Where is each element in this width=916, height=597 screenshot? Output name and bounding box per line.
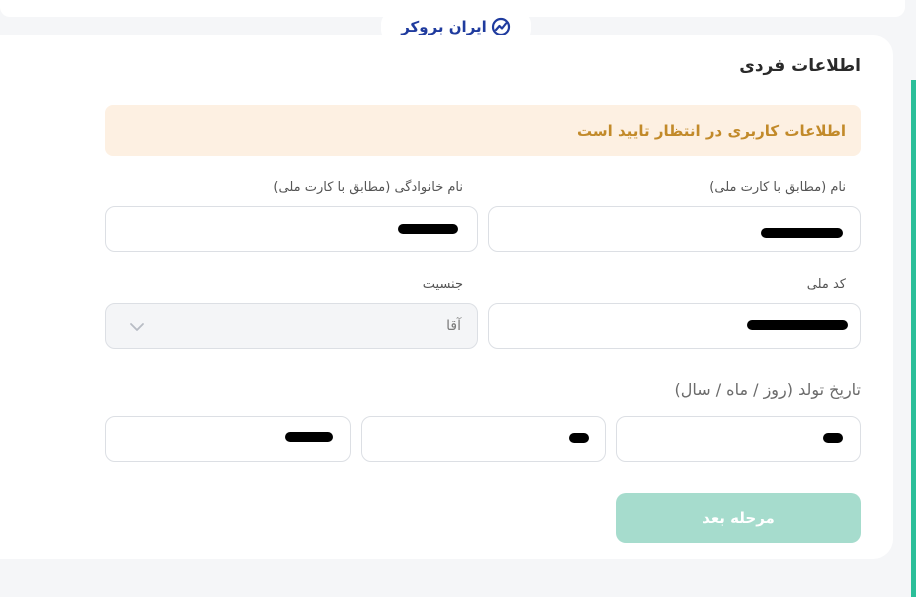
gender-selected-value: آقا: [446, 318, 461, 334]
redaction-mark: [569, 433, 589, 443]
next-step-button[interactable]: مرحله بعد: [616, 493, 861, 543]
last-name-input[interactable]: [105, 206, 478, 252]
redaction-mark: [823, 433, 843, 443]
birth-year-input[interactable]: [105, 416, 351, 462]
redaction-mark: [285, 432, 333, 442]
national-code-input[interactable]: [488, 303, 861, 349]
birth-month-input[interactable]: [361, 416, 606, 462]
alert-text: اطلاعات کاربری در انتظار تایید است: [577, 121, 846, 140]
last-name-label: نام خانوادگی (مطابق با کارت ملی): [273, 180, 463, 195]
redaction-mark: [398, 224, 458, 234]
gender-label: جنسیت: [422, 277, 463, 292]
page-title: اطلاعات فردی: [739, 56, 861, 76]
side-accent-strip: [911, 80, 916, 597]
gender-select[interactable]: آقا: [105, 303, 478, 349]
pending-approval-alert: اطلاعات کاربری در انتظار تایید است: [105, 105, 861, 156]
birth-date-label: تاریخ تولد (روز / ماه / سال): [674, 380, 861, 399]
chevron-down-icon: [128, 318, 146, 340]
brand-logo-text: ایران بروکر: [401, 18, 487, 36]
first-name-label: نام (مطابق با کارت ملی): [709, 180, 846, 195]
redaction-mark: [761, 228, 843, 238]
first-name-input[interactable]: [488, 206, 861, 252]
chart-trend-icon: [491, 17, 511, 37]
redaction-mark: [747, 320, 848, 330]
national-code-label: کد ملی: [806, 277, 846, 292]
birth-day-input[interactable]: [616, 416, 861, 462]
